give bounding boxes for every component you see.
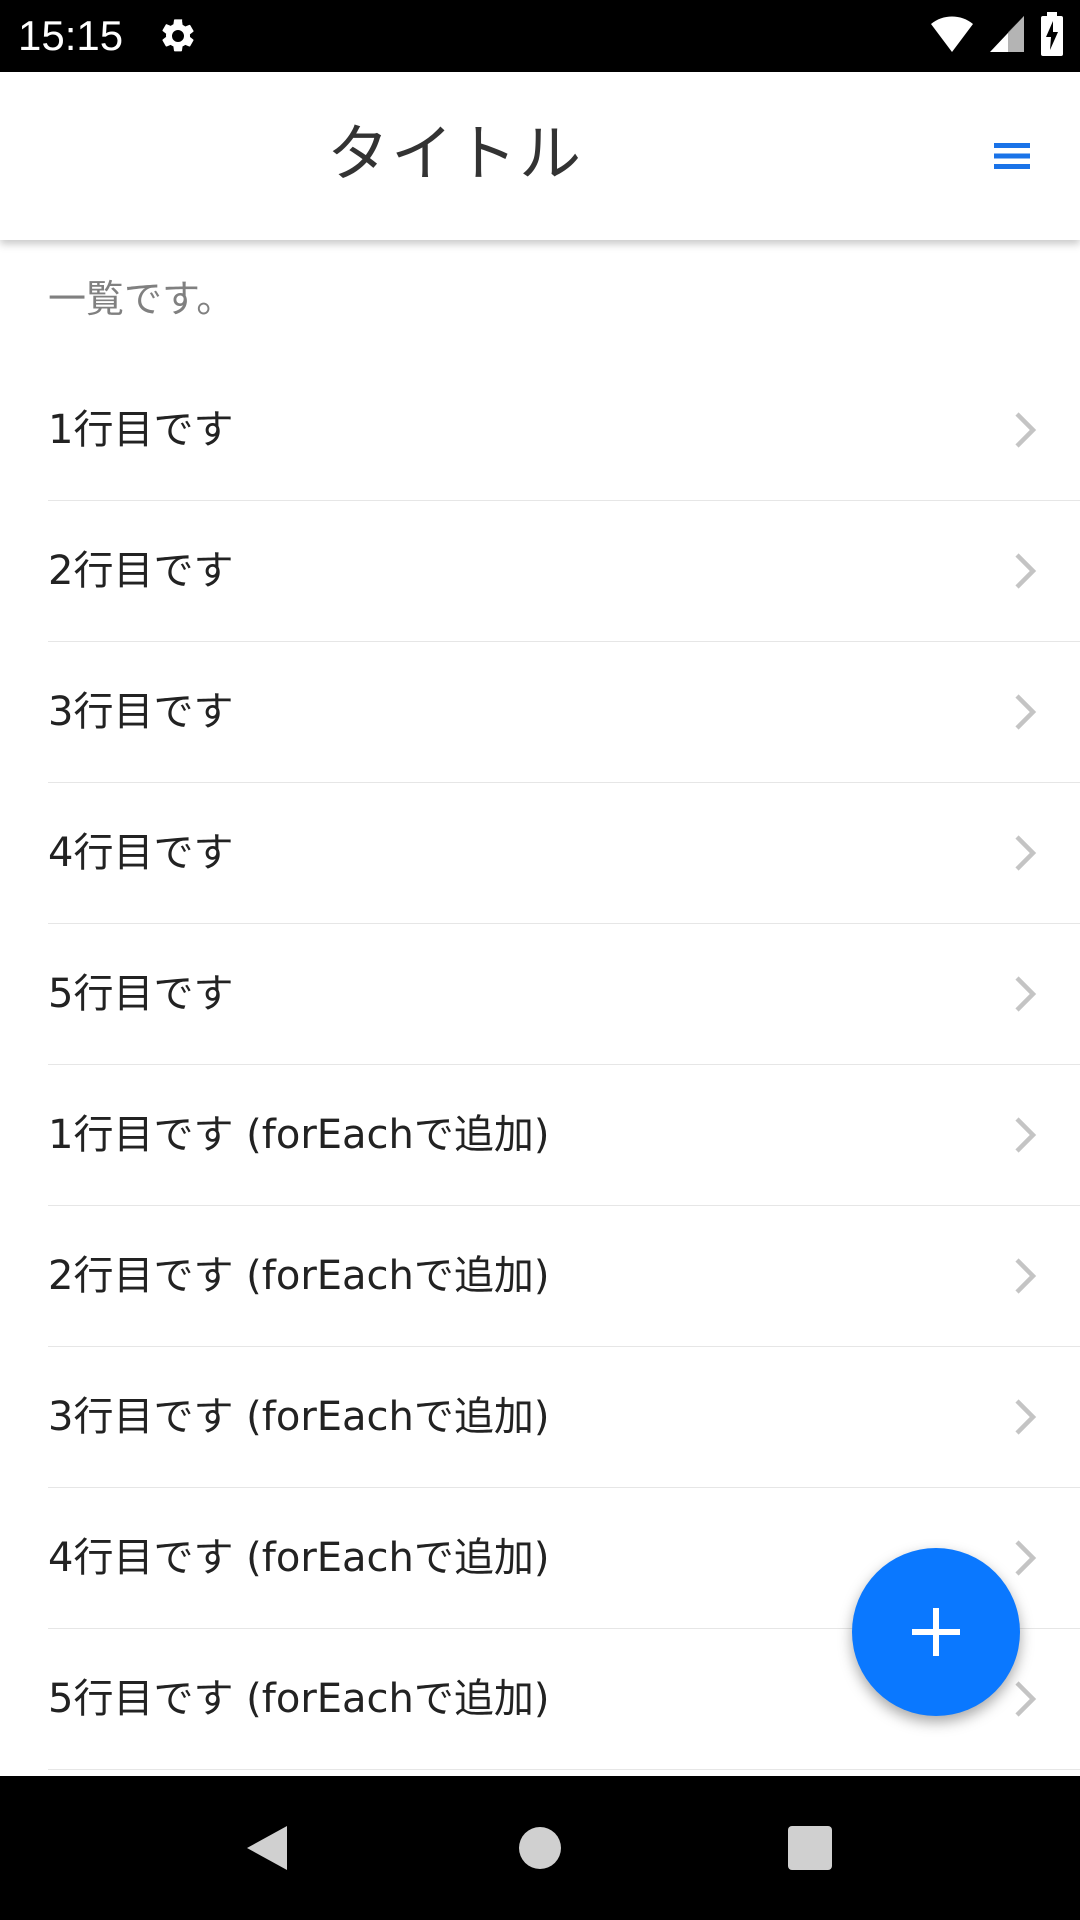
list-item[interactable]: 3行目です (forEachで追加) <box>48 1347 1080 1488</box>
chevron-right-icon <box>1012 1679 1040 1719</box>
status-icons <box>930 12 1064 60</box>
list-content: 一覧です。 1行目です 2行目です 3行目です 4行目です 5行目です 1行目で… <box>0 240 1080 1772</box>
chevron-right-icon <box>1012 974 1040 1014</box>
list-item-label: 3行目です (forEachで追加) <box>48 1394 550 1440</box>
page-title: タイトル <box>326 117 583 190</box>
list-item-label: 5行目です <box>48 971 234 1017</box>
back-button[interactable] <box>196 1776 340 1920</box>
plus-icon <box>912 1608 960 1656</box>
list-header: 一覧です。 <box>48 277 235 321</box>
list-item-label: 2行目です (forEachで追加) <box>48 1253 550 1299</box>
chevron-right-icon <box>1012 833 1040 873</box>
battery-charging-icon <box>1040 12 1064 60</box>
recents-square-icon <box>788 1826 832 1870</box>
list-item[interactable]: 2行目です <box>48 501 1080 642</box>
list-item[interactable]: 3行目です <box>48 642 1080 783</box>
chevron-right-icon <box>1012 1538 1040 1578</box>
home-button[interactable] <box>468 1776 612 1920</box>
list-item-label: 5行目です (forEachで追加) <box>48 1676 550 1722</box>
list-item-label: 3行目です <box>48 689 234 735</box>
settings-gear-icon <box>158 16 198 56</box>
chevron-right-icon <box>1012 1115 1040 1155</box>
back-triangle-icon <box>247 1826 287 1870</box>
recents-button[interactable] <box>738 1776 882 1920</box>
chevron-right-icon <box>1012 551 1040 591</box>
add-button[interactable] <box>852 1548 1020 1716</box>
status-time: 15:15 <box>18 12 124 59</box>
list-item-label: 1行目です <box>48 407 234 453</box>
home-circle-icon <box>519 1827 561 1869</box>
chevron-right-icon <box>1012 410 1040 450</box>
cell-signal-icon <box>988 14 1026 58</box>
wifi-icon <box>930 14 974 58</box>
status-bar: 15:15 <box>0 0 1080 72</box>
chevron-right-icon <box>1012 1397 1040 1437</box>
list-item-label: 4行目です (forEachで追加) <box>48 1535 550 1581</box>
list-item-label: 2行目です <box>48 548 234 594</box>
list-item-label: 1行目です (forEachで追加) <box>48 1112 550 1158</box>
list-item[interactable]: 4行目です <box>48 783 1080 924</box>
list-item[interactable]: 1行目です (forEachで追加) <box>48 1065 1080 1206</box>
hamburger-menu-icon[interactable] <box>992 136 1032 176</box>
chevron-right-icon <box>1012 692 1040 732</box>
list-item[interactable]: 2行目です (forEachで追加) <box>48 1206 1080 1347</box>
list-item[interactable]: 1行目です <box>48 360 1080 501</box>
app-header: タイトル <box>0 72 1080 240</box>
list-item-label: 4行目です <box>48 830 234 876</box>
list-item[interactable]: 5行目です <box>48 924 1080 1065</box>
navigation-bar <box>0 1776 1080 1920</box>
chevron-right-icon <box>1012 1256 1040 1296</box>
